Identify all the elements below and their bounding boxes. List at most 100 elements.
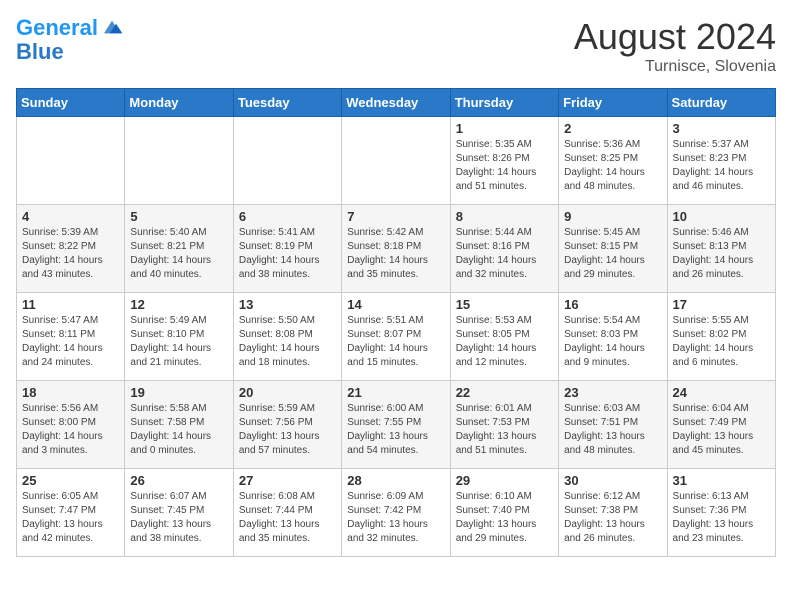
day-number: 30 <box>564 473 661 488</box>
day-info: Sunrise: 5:36 AM Sunset: 8:25 PM Dayligh… <box>564 138 661 194</box>
calendar-cell <box>125 117 233 205</box>
day-number: 11 <box>22 297 119 312</box>
calendar-week-row: 18 Sunrise: 5:56 AM Sunset: 8:00 PM Dayli… <box>17 381 776 469</box>
day-info: Sunrise: 5:42 AM Sunset: 8:18 PM Dayligh… <box>347 226 444 282</box>
calendar-week-row: 25 Sunrise: 6:05 AM Sunset: 7:47 PM Dayli… <box>17 469 776 557</box>
day-info: Sunrise: 6:13 AM Sunset: 7:36 PM Dayligh… <box>673 490 770 546</box>
weekday-header: Thursday <box>450 89 558 117</box>
day-number: 18 <box>22 385 119 400</box>
location-subtitle: Turnisce, Slovenia <box>574 58 776 76</box>
calendar-cell: 31 Sunrise: 6:13 AM Sunset: 7:36 PM Dayli… <box>667 469 775 557</box>
day-info: Sunrise: 5:51 AM Sunset: 8:07 PM Dayligh… <box>347 314 444 370</box>
logo-icon <box>100 15 124 39</box>
day-number: 31 <box>673 473 770 488</box>
day-info: Sunrise: 6:05 AM Sunset: 7:47 PM Dayligh… <box>22 490 119 546</box>
day-info: Sunrise: 5:44 AM Sunset: 8:16 PM Dayligh… <box>456 226 553 282</box>
day-info: Sunrise: 5:56 AM Sunset: 8:00 PM Dayligh… <box>22 402 119 458</box>
logo: General Blue <box>16 16 124 64</box>
day-number: 15 <box>456 297 553 312</box>
calendar-cell: 24Sunrise: 6:04 AM Sunset: 7:49 PM Dayli… <box>667 381 775 469</box>
logo-text-blue: Blue <box>16 40 124 64</box>
calendar-cell: 21Sunrise: 6:00 AM Sunset: 7:55 PM Dayli… <box>342 381 450 469</box>
calendar-cell: 22Sunrise: 6:01 AM Sunset: 7:53 PM Dayli… <box>450 381 558 469</box>
day-number: 7 <box>347 209 444 224</box>
day-number: 10 <box>673 209 770 224</box>
calendar-cell: 23Sunrise: 6:03 AM Sunset: 7:51 PM Dayli… <box>559 381 667 469</box>
calendar-cell: 3 Sunrise: 5:37 AM Sunset: 8:23 PM Daylig… <box>667 117 775 205</box>
calendar-cell: 27Sunrise: 6:08 AM Sunset: 7:44 PM Dayli… <box>233 469 341 557</box>
weekday-header: Tuesday <box>233 89 341 117</box>
calendar-week-row: 11 Sunrise: 5:47 AM Sunset: 8:11 PM Dayli… <box>17 293 776 381</box>
day-info: Sunrise: 6:07 AM Sunset: 7:45 PM Dayligh… <box>130 490 227 546</box>
calendar-week-row: 4Sunrise: 5:39 AM Sunset: 8:22 PM Daylig… <box>17 205 776 293</box>
day-info: Sunrise: 5:54 AM Sunset: 8:03 PM Dayligh… <box>564 314 661 370</box>
day-number: 8 <box>456 209 553 224</box>
day-number: 23 <box>564 385 661 400</box>
day-number: 29 <box>456 473 553 488</box>
weekday-header: Friday <box>559 89 667 117</box>
calendar-cell: 15 Sunrise: 5:53 AM Sunset: 8:05 PM Dayli… <box>450 293 558 381</box>
day-info: Sunrise: 6:01 AM Sunset: 7:53 PM Dayligh… <box>456 402 553 458</box>
weekday-header: Wednesday <box>342 89 450 117</box>
day-info: Sunrise: 5:46 AM Sunset: 8:13 PM Dayligh… <box>673 226 770 282</box>
calendar-cell: 5 Sunrise: 5:40 AM Sunset: 8:21 PM Daylig… <box>125 205 233 293</box>
calendar-cell: 11 Sunrise: 5:47 AM Sunset: 8:11 PM Dayli… <box>17 293 125 381</box>
calendar-table: SundayMondayTuesdayWednesdayThursdayFrid… <box>16 88 776 557</box>
day-info: Sunrise: 5:47 AM Sunset: 8:11 PM Dayligh… <box>22 314 119 370</box>
calendar-cell: 7 Sunrise: 5:42 AM Sunset: 8:18 PM Daylig… <box>342 205 450 293</box>
calendar-cell: 29 Sunrise: 6:10 AM Sunset: 7:40 PM Dayli… <box>450 469 558 557</box>
calendar-cell: 10 Sunrise: 5:46 AM Sunset: 8:13 PM Dayli… <box>667 205 775 293</box>
day-number: 1 <box>456 121 553 136</box>
calendar-cell: 14 Sunrise: 5:51 AM Sunset: 8:07 PM Dayli… <box>342 293 450 381</box>
calendar-cell: 20 Sunrise: 5:59 AM Sunset: 7:56 PM Dayli… <box>233 381 341 469</box>
day-info: Sunrise: 5:35 AM Sunset: 8:26 PM Dayligh… <box>456 138 553 194</box>
weekday-header: Monday <box>125 89 233 117</box>
day-info: Sunrise: 5:37 AM Sunset: 8:23 PM Dayligh… <box>673 138 770 194</box>
day-number: 12 <box>130 297 227 312</box>
title-block: August 2024 Turnisce, Slovenia <box>574 16 776 76</box>
calendar-cell: 25 Sunrise: 6:05 AM Sunset: 7:47 PM Dayli… <box>17 469 125 557</box>
day-number: 13 <box>239 297 336 312</box>
day-info: Sunrise: 5:49 AM Sunset: 8:10 PM Dayligh… <box>130 314 227 370</box>
day-info: Sunrise: 5:53 AM Sunset: 8:05 PM Dayligh… <box>456 314 553 370</box>
day-number: 19 <box>130 385 227 400</box>
calendar-cell: 19 Sunrise: 5:58 AM Sunset: 7:58 PM Dayli… <box>125 381 233 469</box>
calendar-cell: 1 Sunrise: 5:35 AM Sunset: 8:26 PM Daylig… <box>450 117 558 205</box>
day-info: Sunrise: 5:50 AM Sunset: 8:08 PM Dayligh… <box>239 314 336 370</box>
day-number: 9 <box>564 209 661 224</box>
calendar-cell: 16 Sunrise: 5:54 AM Sunset: 8:03 PM Dayli… <box>559 293 667 381</box>
day-number: 26 <box>130 473 227 488</box>
calendar-cell: 4Sunrise: 5:39 AM Sunset: 8:22 PM Daylig… <box>17 205 125 293</box>
day-info: Sunrise: 5:40 AM Sunset: 8:21 PM Dayligh… <box>130 226 227 282</box>
day-info: Sunrise: 6:09 AM Sunset: 7:42 PM Dayligh… <box>347 490 444 546</box>
day-info: Sunrise: 6:08 AM Sunset: 7:44 PM Dayligh… <box>239 490 336 546</box>
calendar-body: 1 Sunrise: 5:35 AM Sunset: 8:26 PM Daylig… <box>17 117 776 557</box>
day-number: 6 <box>239 209 336 224</box>
month-year-title: August 2024 <box>574 16 776 58</box>
calendar-header: SundayMondayTuesdayWednesdayThursdayFrid… <box>17 89 776 117</box>
day-number: 25 <box>22 473 119 488</box>
calendar-cell: 28Sunrise: 6:09 AM Sunset: 7:42 PM Dayli… <box>342 469 450 557</box>
calendar-cell: 30 Sunrise: 6:12 AM Sunset: 7:38 PM Dayli… <box>559 469 667 557</box>
day-info: Sunrise: 5:59 AM Sunset: 7:56 PM Dayligh… <box>239 402 336 458</box>
calendar-cell: 26 Sunrise: 6:07 AM Sunset: 7:45 PM Dayli… <box>125 469 233 557</box>
day-number: 14 <box>347 297 444 312</box>
day-number: 20 <box>239 385 336 400</box>
calendar-week-row: 1 Sunrise: 5:35 AM Sunset: 8:26 PM Daylig… <box>17 117 776 205</box>
day-number: 17 <box>673 297 770 312</box>
calendar-cell: 8 Sunrise: 5:44 AM Sunset: 8:16 PM Daylig… <box>450 205 558 293</box>
day-info: Sunrise: 6:00 AM Sunset: 7:55 PM Dayligh… <box>347 402 444 458</box>
calendar-cell <box>342 117 450 205</box>
day-number: 3 <box>673 121 770 136</box>
page-header: General Blue August 2024 Turnisce, Slove… <box>16 16 776 76</box>
day-info: Sunrise: 6:12 AM Sunset: 7:38 PM Dayligh… <box>564 490 661 546</box>
day-info: Sunrise: 6:10 AM Sunset: 7:40 PM Dayligh… <box>456 490 553 546</box>
day-info: Sunrise: 5:45 AM Sunset: 8:15 PM Dayligh… <box>564 226 661 282</box>
day-number: 5 <box>130 209 227 224</box>
day-number: 16 <box>564 297 661 312</box>
day-info: Sunrise: 5:58 AM Sunset: 7:58 PM Dayligh… <box>130 402 227 458</box>
day-info: Sunrise: 5:41 AM Sunset: 8:19 PM Dayligh… <box>239 226 336 282</box>
weekday-header: Saturday <box>667 89 775 117</box>
calendar-cell: 6 Sunrise: 5:41 AM Sunset: 8:19 PM Daylig… <box>233 205 341 293</box>
calendar-cell: 12 Sunrise: 5:49 AM Sunset: 8:10 PM Dayli… <box>125 293 233 381</box>
